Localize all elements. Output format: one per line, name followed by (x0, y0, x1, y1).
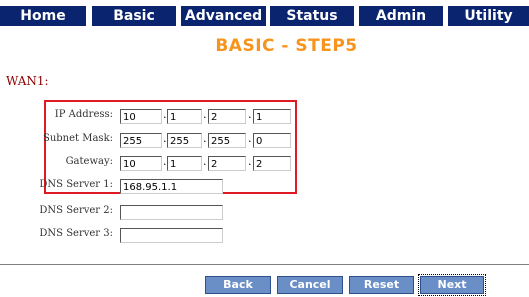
gateway-octet-1-input[interactable]: 10 (120, 156, 162, 171)
dns-server-2-input[interactable] (120, 205, 223, 220)
ip-separator: . (203, 108, 207, 121)
page-title: BASIC - STEP5 (215, 36, 358, 56)
tab-status[interactable]: Status (270, 6, 354, 26)
mask-octet-2-input[interactable]: 255 (167, 133, 202, 148)
next-button[interactable]: Next (418, 274, 486, 296)
ip-octet-4-input[interactable]: 1 (253, 109, 291, 124)
ip-octet-2-input[interactable]: 1 (167, 109, 202, 124)
gateway-separator: . (163, 155, 167, 168)
dns-server-3-label: DNS Server 3: (39, 228, 113, 239)
dns-server-1-input[interactable]: 168.95.1.1 (120, 179, 223, 194)
mask-octet-3-input[interactable]: 255 (208, 133, 246, 148)
tab-utility[interactable]: Utility (448, 6, 529, 26)
tab-advanced[interactable]: Advanced (181, 6, 266, 26)
tab-admin[interactable]: Admin (359, 6, 443, 26)
reset-button[interactable]: Reset (349, 276, 414, 294)
ip-address-label: IP Address: (54, 109, 113, 120)
dns-server-2-label: DNS Server 2: (39, 205, 113, 216)
ip-separator: . (163, 108, 167, 121)
tab-basic[interactable]: Basic (92, 6, 176, 26)
dns-server-3-input[interactable] (120, 228, 223, 243)
mask-separator: . (163, 132, 167, 145)
gateway-separator: . (203, 155, 207, 168)
ip-octet-3-input[interactable]: 2 (208, 109, 246, 124)
mask-separator: . (248, 132, 252, 145)
back-button[interactable]: Back (205, 276, 271, 294)
ip-separator: . (248, 108, 252, 121)
mask-separator: . (203, 132, 207, 145)
cancel-button[interactable]: Cancel (277, 276, 343, 294)
tab-home[interactable]: Home (0, 6, 86, 26)
gateway-octet-2-input[interactable]: 1 (167, 156, 202, 171)
gateway-octet-4-input[interactable]: 2 (253, 156, 291, 171)
section-label: WAN1: (6, 74, 49, 88)
subnet-mask-label: Subnet Mask: (42, 133, 113, 144)
gateway-separator: . (248, 155, 252, 168)
top-nav: Home Basic Advanced Status Admin Utility (0, 0, 529, 28)
ip-octet-1-input[interactable]: 10 (120, 109, 162, 124)
gateway-label: Gateway: (65, 156, 113, 167)
gateway-octet-3-input[interactable]: 2 (208, 156, 246, 171)
dns-server-1-label: DNS Server 1: (39, 179, 113, 190)
divider (0, 264, 529, 265)
mask-octet-4-input[interactable]: 0 (253, 133, 291, 148)
mask-octet-1-input[interactable]: 255 (120, 133, 162, 148)
